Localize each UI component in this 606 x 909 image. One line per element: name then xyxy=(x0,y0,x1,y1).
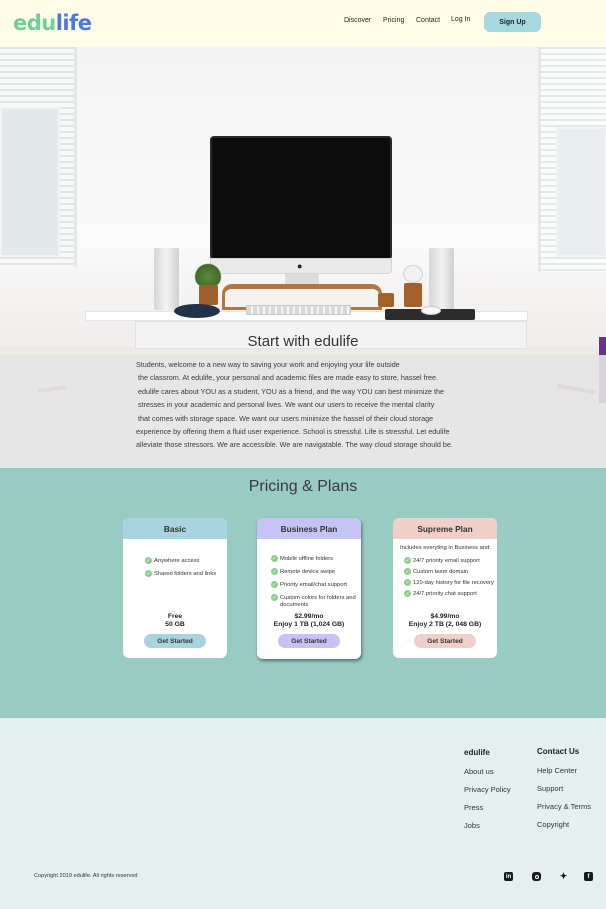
plan-storage: Enjoy 1 TB (1,024 GB) xyxy=(273,621,345,628)
plan-card-business: Business Plan ✓ Mobile offline folders ✓ R… xyxy=(257,518,361,659)
check-icon: ✓ xyxy=(404,579,411,586)
window-right xyxy=(556,127,606,257)
plan-price: $2.99/mo xyxy=(294,613,324,620)
footer-link-copyright[interactable]: Copyright xyxy=(537,820,569,829)
plant xyxy=(193,260,223,288)
keyboard xyxy=(246,305,351,315)
plan-price: Free xyxy=(167,613,183,620)
plan-storage: 50 GB xyxy=(165,621,185,628)
hero: ● Start with edulife Students, welcome t… xyxy=(0,47,606,468)
check-icon: ✓ xyxy=(271,581,278,588)
apple-logo-icon: ● xyxy=(297,261,303,271)
hero-title: Start with edulife xyxy=(247,333,359,350)
lamp xyxy=(403,265,423,283)
footer-link-press[interactable]: Press xyxy=(464,803,483,812)
wood-block xyxy=(404,283,422,307)
logo-part-life: life xyxy=(55,11,92,35)
intro-panel: Students, welcome to a new way to saving… xyxy=(0,355,606,468)
plan-card-supreme: Supreme Plan Includes everyting in Busin… xyxy=(393,518,497,658)
get-started-button[interactable]: Get Started xyxy=(414,634,476,648)
check-icon: ✓ xyxy=(145,557,152,564)
plant-pot xyxy=(199,285,218,305)
wood-block xyxy=(378,293,394,307)
intro-line: Students, welcome to a new way to saving… xyxy=(136,360,400,369)
twitter-icon[interactable]: ✦ xyxy=(559,871,568,881)
nav-contact[interactable]: Contact xyxy=(416,17,440,24)
footer-link-privacy[interactable]: Privacy Policy xyxy=(464,785,511,794)
imac-neck xyxy=(285,274,319,284)
check-icon: ✓ xyxy=(404,568,411,575)
imac-chin: ● xyxy=(210,258,392,274)
check-icon: ✓ xyxy=(404,590,411,597)
mouse xyxy=(421,306,441,315)
logo-part-edu: edu xyxy=(13,11,56,35)
plan-name: Basic xyxy=(123,518,227,539)
linkedin-icon[interactable]: in xyxy=(504,872,513,881)
imac-screen xyxy=(210,136,392,260)
intro-line: stresses in your academic and personal l… xyxy=(138,400,435,409)
plan-storage: Enjoy 2 TB (2, 048 GB) xyxy=(408,621,482,628)
intro-line: the classrom. At edulife, your personal … xyxy=(138,373,439,382)
footer-brand-heading: edulife xyxy=(464,748,490,757)
instagram-icon[interactable] xyxy=(532,872,541,881)
footer-link-about[interactable]: About us xyxy=(464,767,494,776)
pricing-section: Pricing & Plans Basic ✓ Anywhere access ✓… xyxy=(0,468,606,718)
plan-intro: Includes everyting in Business and: xyxy=(400,545,491,551)
footer-link-privacy-terms[interactable]: Privacy & Terms xyxy=(537,802,591,811)
speaker-left xyxy=(154,248,179,310)
intro-line: edulife cares about YOU as a student, YO… xyxy=(138,387,445,396)
footer-contact-heading: Contact Us xyxy=(537,747,580,756)
check-icon: ✓ xyxy=(271,568,278,575)
plan-card-basic: Basic ✓ Anywhere access ✓ Shared folders a… xyxy=(123,518,227,658)
header: edulife Discover Pricing Contact Log In … xyxy=(0,0,606,47)
plan-name: Supreme Plan xyxy=(393,518,497,539)
intro-line: alleviate those stressors. We are access… xyxy=(136,440,453,449)
logo[interactable]: edulife xyxy=(13,11,92,35)
facebook-icon[interactable]: f xyxy=(584,872,593,881)
nav-discover[interactable]: Discover xyxy=(344,17,371,24)
check-icon: ✓ xyxy=(271,594,278,601)
speaker-right xyxy=(429,248,454,310)
footer: edulife About us Privacy Policy Press Jo… xyxy=(0,718,606,909)
footer-link-support[interactable]: Support xyxy=(537,784,563,793)
check-icon: ✓ xyxy=(404,557,411,564)
get-started-button[interactable]: Get Started xyxy=(144,634,206,648)
plan-name: Business Plan xyxy=(257,518,361,539)
check-icon: ✓ xyxy=(271,555,278,562)
window-left xyxy=(0,107,60,257)
copyright-text: Copyright 2019 edulife. All rights reser… xyxy=(34,873,138,879)
nav-pricing[interactable]: Pricing xyxy=(383,17,404,24)
get-started-button[interactable]: Get Started xyxy=(278,634,340,648)
footer-link-jobs[interactable]: Jobs xyxy=(464,821,480,830)
nav-login[interactable]: Log In xyxy=(451,16,470,23)
footer-link-help[interactable]: Help Center xyxy=(537,766,577,775)
hard-drive xyxy=(174,304,220,318)
check-icon: ✓ xyxy=(145,570,152,577)
intro-line: experience by offering them a fluid user… xyxy=(136,427,450,436)
signup-button[interactable]: Sign Up xyxy=(484,12,541,32)
pricing-title: Pricing & Plans xyxy=(248,478,358,495)
intro-line: that comes with storage space. We want o… xyxy=(138,414,434,423)
plan-price: $4.99/mo xyxy=(430,613,460,620)
